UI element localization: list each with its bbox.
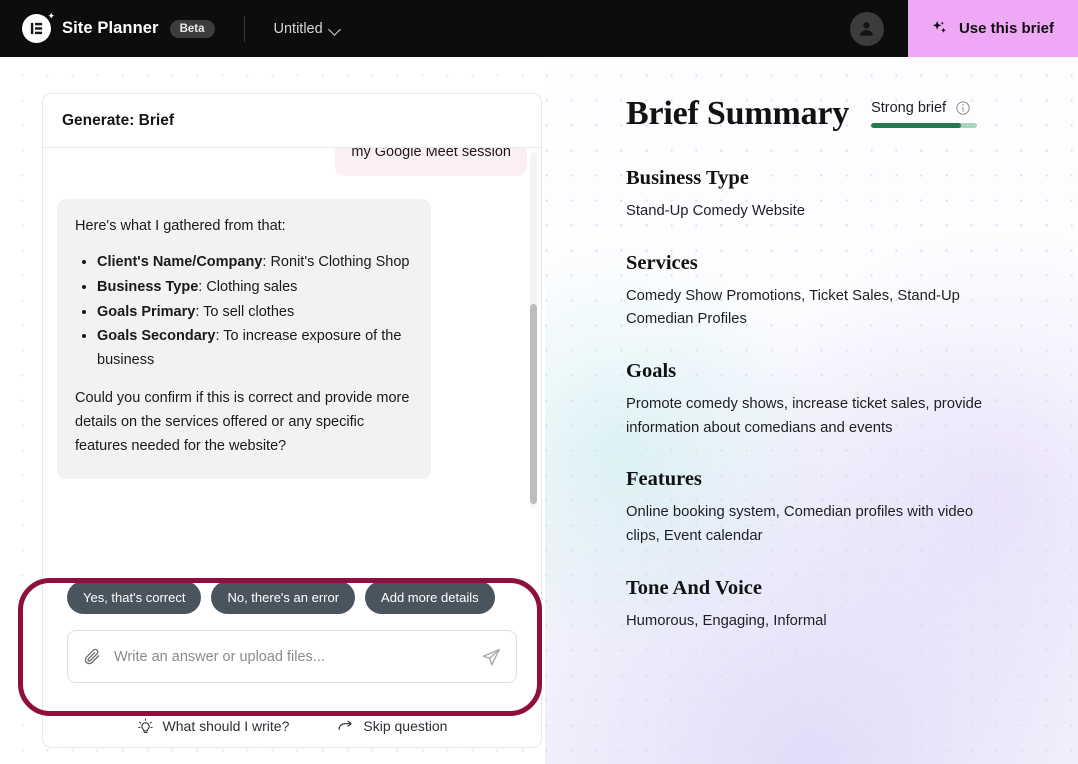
paperclip-glyph [84,648,100,664]
quick-reply-yes-correct[interactable]: Yes, that's correct [67,581,202,614]
app-logo[interactable]: ✦ [22,12,55,43]
assistant-message-bubble: Here's what I gathered from that: Client… [57,198,431,480]
section-title: Business Type [626,167,749,189]
status-badge: Strong brief [871,100,947,116]
chat-scrollbar-thumb[interactable] [530,304,537,504]
send-paper-plane-icon[interactable] [480,646,502,668]
lightbulb-icon [137,718,154,735]
info-glyph [956,101,970,115]
chevron-down-icon [330,25,341,32]
assistant-summary-list: Client's Name/Company: Ronit's Clothing … [75,251,413,374]
section-body: Comedy Show Promotions, Ticket Sales, St… [626,287,960,328]
section-body: Online booking system, Comedian profiles… [626,504,974,545]
topbar-right-group: Use this brief [849,0,1078,57]
list-item-value: : Ronit's Clothing Shop [262,253,410,270]
user-avatar-icon[interactable] [849,11,884,46]
list-item-label: Client's Name/Company [97,253,263,270]
composer-zone: Yes, that's correct No, there's an error… [43,567,541,683]
what-should-i-write-label: What should I write? [162,718,290,734]
list-item: Goals Primary: To sell clothes [97,301,413,325]
sparkles-icon [930,19,949,38]
use-this-brief-label: Use this brief [958,20,1054,37]
chat-message-list[interactable]: my Google Meet session Here's what I gat… [43,148,541,567]
brief-sections: Business Type Stand-Up Comedy Website Se… [545,131,1078,633]
logo-sparkle-icon: ✦ [47,11,55,21]
brief-section-business-type: Business Type Stand-Up Comedy Website [626,167,1078,224]
info-circle-icon[interactable] [955,100,971,116]
answer-input[interactable] [102,648,480,665]
answer-input-row[interactable] [67,630,517,683]
brand-group: ✦ Site Planner Beta Untitled [0,12,341,43]
top-bar: ✦ Site Planner Beta Untitled Use this br… [0,0,1078,57]
section-title: Services [626,251,698,274]
skip-arrow-icon [337,718,354,735]
what-should-i-write-button[interactable]: What should I write? [137,718,290,735]
brief-section-services: Services Comedy Show Promotions, Ticket … [626,252,1078,332]
list-item-value: : Clothing sales [198,278,298,295]
card-header-title: Generate: Brief [43,94,541,148]
quick-reply-there-is-an-error[interactable]: No, there's an error [211,581,356,614]
section-body: Humorous, Engaging, Informal [626,612,827,629]
lightbulb-glyph [137,718,153,733]
brief-strength-row: Strong brief [871,100,977,116]
sparkles-glyph [932,20,946,33]
body-area: Generate: Brief my Google Meet session H… [0,57,1078,764]
section-body: Promote comedy shows, increase ticket sa… [626,396,983,436]
brief-section-tone-and-voice: Tone And Voice Humorous, Engaging, Infor… [626,577,1078,634]
skip-arrow-glyph [338,720,353,730]
elementor-e-glyph [30,22,43,35]
brief-strength-bar-fill [871,123,962,128]
user-message-row: my Google Meet session [57,148,527,176]
app-window: ✦ Site Planner Beta Untitled Use this br… [0,0,1078,764]
left-pane: Generate: Brief my Google Meet session H… [0,57,545,764]
section-body: Stand-Up Comedy Website [626,203,806,219]
generate-brief-card: Generate: Brief my Google Meet session H… [42,93,542,748]
brief-section-features: Features Online booking system, Comedian… [626,468,1078,548]
document-title-dropdown[interactable]: Untitled [274,21,341,37]
paperclip-icon[interactable] [82,647,102,667]
section-title: Goals [626,360,677,383]
assistant-closing-text: Could you confirm if this is correct and… [75,390,410,455]
list-item: Goals Secondary: To increase exposure of… [97,325,413,373]
quick-reply-chips: Yes, that's correct No, there's an error… [57,567,527,614]
send-glyph [482,648,500,665]
beta-badge: Beta [169,19,215,38]
brief-header: Brief Summary Strong brief [545,57,1078,131]
skip-question-label: Skip question [363,718,448,734]
brief-summary-pane: Brief Summary Strong brief Business Type… [545,57,1078,764]
user-message-bubble: my Google Meet session [335,148,527,176]
document-title-label: Untitled [273,20,323,37]
list-item-label: Goals Secondary [97,328,216,345]
topbar-divider [243,15,245,42]
list-item-value: : To sell clothes [195,303,295,320]
section-title: Features [626,468,702,491]
composer-footer-links: What should I write? Skip question [43,683,541,747]
brief-section-goals: Goals Promote comedy shows, increase tic… [626,360,1078,440]
skip-question-button[interactable]: Skip question [337,718,447,735]
list-item-label: Goals Primary [97,303,196,320]
page-title: Brief Summary [626,95,850,132]
section-title: Tone And Voice [626,576,762,599]
list-item: Business Type: Clothing sales [97,276,413,300]
chat-scrollbar[interactable] [530,152,537,508]
brief-strength-indicator: Strong brief [871,100,978,131]
assistant-intro-text: Here's what I gathered from that: [75,217,286,234]
avatar-person-glyph [860,22,874,36]
list-item: Client's Name/Company: Ronit's Clothing … [97,251,413,275]
list-item-label: Business Type [97,278,199,295]
quick-reply-add-more-details[interactable]: Add more details [365,581,495,614]
brief-strength-bar [871,123,978,128]
use-this-brief-button[interactable]: Use this brief [907,0,1078,57]
brand-name: Site Planner [62,19,159,37]
